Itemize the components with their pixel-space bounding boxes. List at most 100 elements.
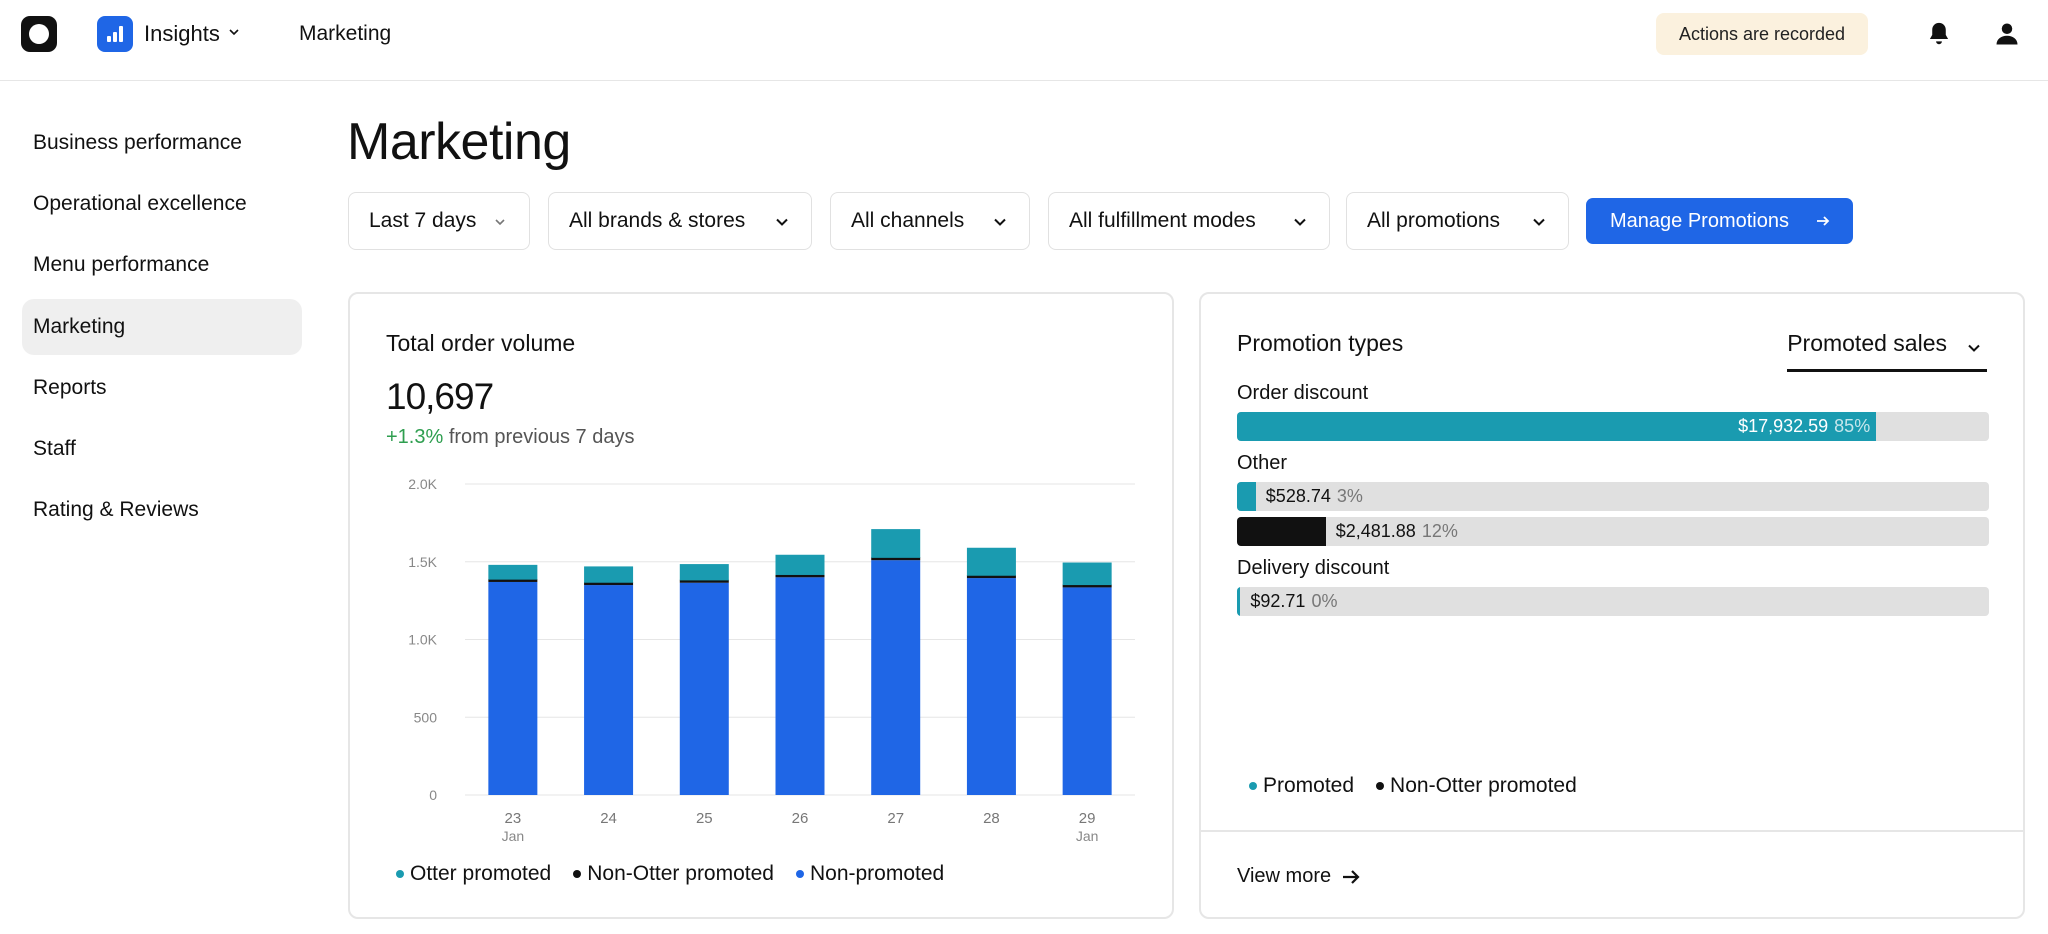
legend-non-otter-promoted: Non-Otter promoted [573, 862, 774, 886]
date-range-label: Last 7 days [369, 209, 477, 232]
x-tick-label: 23 [505, 810, 522, 827]
promo-bar-amount: $92.71 [1250, 591, 1306, 611]
logo-icon[interactable] [21, 16, 57, 52]
chevron-down-icon [776, 218, 788, 226]
channels-label: All channels [851, 209, 965, 232]
legend-promoted: Promoted [1249, 774, 1354, 798]
promo-bar-other-non-otter[interactable]: $2,481.88 12% [1237, 517, 1989, 546]
bar-segment-non-promoted [871, 560, 921, 795]
bar-segment-otter-promoted [871, 529, 921, 558]
promo-bar-delivery-discount[interactable]: $92.71 0% [1237, 587, 1989, 616]
promo-bar-percent: 0% [1311, 591, 1338, 611]
bar-segment-non-promoted [584, 585, 634, 795]
metric-select-dropdown[interactable]: Promoted sales [1787, 330, 1987, 372]
legend-dot [1249, 782, 1257, 790]
recorded-badge: Actions are recorded [1656, 13, 1868, 55]
promotion-types-legend: Promoted Non-Otter promoted [1249, 774, 1577, 798]
bar-segment-non-promoted [966, 578, 1016, 795]
bar-segment-non-promoted [775, 577, 825, 795]
y-tick-label: 2.0K [408, 476, 437, 492]
legend-non-promoted: Non-promoted [795, 862, 945, 886]
legend-label: Otter promoted [410, 862, 552, 885]
app-switcher[interactable]: Insights [144, 21, 220, 47]
chevron-down-icon [1968, 344, 1980, 352]
promo-bar-amount: $528.74 [1265, 486, 1331, 506]
date-range-filter[interactable]: Last 7 days [348, 192, 530, 250]
sidebar-item-reports[interactable]: Reports [22, 360, 302, 416]
promo-bar-value: $17,932.59 85% [1738, 412, 1876, 441]
x-tick-label: 26 [792, 810, 809, 827]
bar-segment-non-promoted [1062, 587, 1112, 795]
current-section: Marketing [299, 22, 392, 45]
chevron-down-icon [495, 219, 505, 226]
legend-dot [573, 870, 582, 878]
manage-promotions-button[interactable]: Manage Promotions [1586, 198, 1853, 244]
chevron-down-icon[interactable] [228, 26, 240, 38]
group-label-other: Other [1237, 452, 1288, 474]
insights-chart-icon[interactable] [97, 16, 133, 52]
order-volume-card: Total order volume 10,697 +1.3% from pre… [348, 292, 1174, 919]
page-title: Marketing [347, 113, 571, 171]
x-tick-label: 24 [600, 810, 617, 827]
promotion-types-card: Promotion types Promoted sales Order dis… [1199, 292, 2025, 919]
manage-promotions-label: Manage Promotions [1610, 209, 1789, 232]
promo-bar-percent: 85% [1834, 416, 1871, 436]
promo-bar-value: $92.71 0% [1240, 587, 1337, 616]
x-tick-label: 29 [1079, 810, 1096, 827]
promotions-label: All promotions [1367, 209, 1501, 232]
channels-filter[interactable]: All channels [830, 192, 1030, 250]
bar-segment-otter-promoted [775, 554, 825, 575]
promo-bar-fill [1237, 517, 1326, 546]
promotions-filter[interactable]: All promotions [1346, 192, 1569, 250]
sidebar-item-menu-performance[interactable]: Menu performance [22, 237, 302, 293]
card-divider [1201, 830, 2023, 832]
bar-segment-otter-promoted [966, 547, 1016, 576]
promo-bar-amount: $2,481.88 [1335, 521, 1416, 541]
view-more-label: View more [1237, 865, 1332, 887]
x-tick-sublabel: Jan [1076, 828, 1099, 844]
bell-icon[interactable] [1925, 20, 1953, 48]
sidebar-item-operational-excellence[interactable]: Operational excellence [22, 176, 302, 232]
sidebar-item-staff[interactable]: Staff [22, 421, 302, 477]
x-tick-label: 27 [887, 810, 904, 827]
sidebar-item-marketing[interactable]: Marketing [22, 299, 302, 355]
chevron-down-icon [994, 218, 1006, 226]
legend-dot [1376, 782, 1385, 790]
legend-dot [396, 870, 404, 878]
arrow-right-icon [1817, 216, 1830, 226]
group-label-delivery-discount: Delivery discount [1237, 557, 1390, 579]
bar-segment-otter-promoted [488, 564, 538, 580]
legend-dot [795, 870, 804, 878]
x-tick-label: 25 [696, 810, 713, 827]
fulfillment-filter[interactable]: All fulfillment modes [1048, 192, 1330, 250]
brands-stores-label: All brands & stores [569, 209, 746, 232]
order-volume-legend: Otter promoted Non-Otter promoted Non-pr… [396, 862, 944, 886]
brands-stores-filter[interactable]: All brands & stores [548, 192, 812, 250]
bar-segment-otter-promoted [679, 564, 729, 581]
group-label-order-discount: Order discount [1237, 382, 1369, 404]
legend-label: Non-promoted [809, 862, 945, 885]
sidebar-item-rating-reviews[interactable]: Rating & Reviews [22, 482, 302, 538]
x-tick-sublabel: Jan [502, 828, 525, 844]
y-tick-label: 0 [429, 787, 437, 803]
promotion-types-title: Promotion types [1237, 330, 1404, 356]
x-tick-label: 28 [983, 810, 1000, 827]
chevron-down-icon [1533, 218, 1545, 226]
sidebar-item-business-performance[interactable]: Business performance [22, 115, 302, 171]
legend-label: Promoted [1263, 774, 1355, 797]
view-more-link[interactable]: View more [1237, 865, 1361, 888]
bar-segment-non-promoted [488, 581, 538, 795]
promo-bar-order-discount[interactable]: $17,932.59 85% [1237, 412, 1989, 441]
legend-non-otter-promoted: Non-Otter promoted [1376, 774, 1577, 798]
promo-bar-amount: $17,932.59 [1738, 416, 1829, 436]
metric-select-label: Promoted sales [1787, 330, 1947, 356]
fulfillment-label: All fulfillment modes [1069, 209, 1256, 232]
user-icon[interactable] [1993, 20, 2021, 48]
arrow-right-icon [1343, 869, 1360, 884]
promo-bar-other-promoted[interactable]: $528.74 3% [1237, 482, 1989, 511]
promo-bar-value: $2,481.88 12% [1326, 517, 1458, 546]
promo-bar-fill [1237, 482, 1256, 511]
promo-bar-percent: 3% [1336, 486, 1363, 506]
legend-label: Non-Otter promoted [1390, 774, 1577, 797]
y-tick-label: 1.0K [408, 632, 437, 648]
